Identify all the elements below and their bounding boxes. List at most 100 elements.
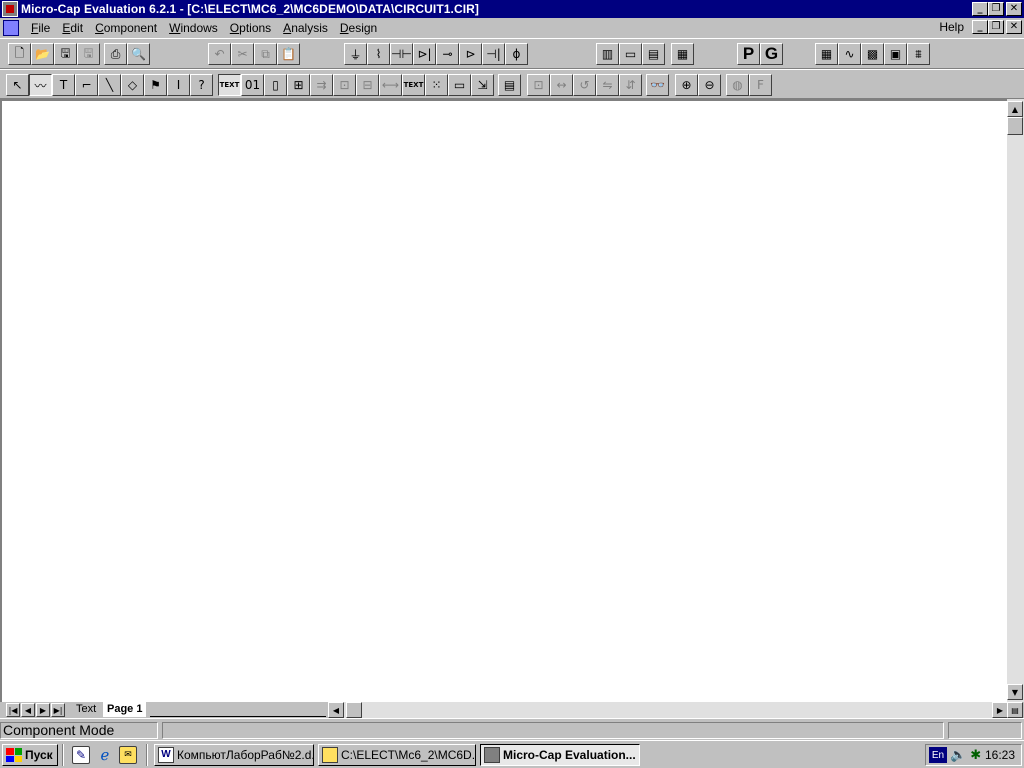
last-page-icon[interactable]: ▶| <box>51 703 65 717</box>
diagonal-wire-icon[interactable]: ╲ <box>98 74 121 96</box>
menu-design[interactable]: Design <box>334 21 383 35</box>
tile-vertical-icon[interactable]: ▥ <box>596 43 619 65</box>
capacitor-icon[interactable]: ⊣⊢ <box>390 43 413 65</box>
flag-icon[interactable]: ⚑ <box>144 74 167 96</box>
undo-icon[interactable]: ↶ <box>208 43 231 65</box>
copy-icon[interactable]: ⧉ <box>254 43 277 65</box>
tab-text[interactable]: Text <box>72 702 100 717</box>
doc-close-button[interactable]: ✕ <box>1006 20 1022 34</box>
volume-icon[interactable]: 🔈 <box>950 747 966 763</box>
mirror-icon[interactable]: ↔ <box>550 74 573 96</box>
document-icon[interactable] <box>3 20 19 36</box>
battery-icon[interactable]: ⊣| <box>482 43 505 65</box>
info-icon[interactable]: I <box>167 74 190 96</box>
next-page-icon[interactable]: ▶ <box>36 703 50 717</box>
scroll-left-icon[interactable]: ◀ <box>328 702 344 718</box>
source-icon[interactable]: ϕ <box>505 43 528 65</box>
table-icon[interactable]: ▦ <box>815 43 838 65</box>
step-icon[interactable]: ↺ <box>573 74 596 96</box>
vertical-scrollbar[interactable]: ▲ ▼ <box>1007 99 1024 702</box>
calculator-icon[interactable]: ▦ <box>671 43 694 65</box>
desktop-quicklaunch-icon[interactable]: ✎ <box>72 746 90 764</box>
cascade-icon[interactable]: ▤ <box>642 43 665 65</box>
transistor-icon[interactable]: ⊳ <box>459 43 482 65</box>
zoom-in-icon[interactable]: ⊕ <box>675 74 698 96</box>
wire-icon[interactable]: ⟷ <box>379 74 402 96</box>
cut-icon[interactable]: ✂ <box>231 43 254 65</box>
select-arrow-icon[interactable]: ↖ <box>6 74 29 96</box>
title-bar[interactable]: Micro-Cap Evaluation 6.2.1 - [C:\ELECT\M… <box>0 0 1024 18</box>
menu-analysis[interactable]: Analysis <box>277 21 334 35</box>
save-all-icon[interactable]: 🖫 <box>77 43 100 65</box>
text-button[interactable]: TEXT <box>218 74 241 96</box>
flip-y-icon[interactable]: ⇵ <box>619 74 642 96</box>
prev-page-icon[interactable]: ◀ <box>21 703 35 717</box>
paste-icon[interactable]: 📋 <box>277 43 300 65</box>
help-cursor-icon[interactable]: ? <box>190 74 213 96</box>
language-indicator[interactable]: En <box>929 747 947 763</box>
scroll-up-icon[interactable]: ▲ <box>1007 101 1023 117</box>
minimize-button[interactable]: _ <box>972 2 988 16</box>
restore-button[interactable]: ❐ <box>988 2 1004 16</box>
inductor-icon[interactable]: ⊸ <box>436 43 459 65</box>
menu-edit[interactable]: Edit <box>56 21 89 35</box>
taskbar-item-word[interactable]: W КомпьютЛаборРаб№2.d... <box>154 744 314 766</box>
menu-component[interactable]: Component <box>89 21 163 35</box>
font-icon[interactable]: F <box>749 74 772 96</box>
bug-tray-icon[interactable]: ✱ <box>970 747 981 763</box>
rotate-icon[interactable]: ⊡ <box>527 74 550 96</box>
scroll-right-icon[interactable]: ▶ <box>992 702 1008 718</box>
new-file-icon[interactable]: 🗋 <box>8 43 31 65</box>
zoom-out-icon[interactable]: ⊖ <box>698 74 721 96</box>
print-preview-icon[interactable]: 🔍 <box>127 43 150 65</box>
page-scale-icon[interactable]: ▭ <box>448 74 471 96</box>
print-icon[interactable]: ⎙ <box>104 43 127 65</box>
grid-icon[interactable]: ▣ <box>884 43 907 65</box>
doc-restore-button[interactable]: ❐ <box>988 20 1004 34</box>
taskbar-item-microcap[interactable]: Micro-Cap Evaluation... <box>480 744 640 766</box>
probe-g-button[interactable]: G <box>760 43 783 65</box>
wire-mode-icon[interactable]: 〰 <box>29 74 52 96</box>
scroll-down-icon[interactable]: ▼ <box>1007 684 1023 700</box>
app-icon[interactable] <box>2 1 18 17</box>
start-button[interactable]: Пуск <box>2 744 58 766</box>
clock[interactable]: 16:23 <box>985 748 1015 762</box>
cursor-probe-icon[interactable]: ⇲ <box>471 74 494 96</box>
component-text-icon[interactable]: ⊡ <box>333 74 356 96</box>
outlook-quicklaunch-icon[interactable]: ✉ <box>119 746 137 764</box>
flip-x-icon[interactable]: ⇋ <box>596 74 619 96</box>
wave-icon[interactable]: ∿ <box>838 43 861 65</box>
pin-icon[interactable]: ⇉ <box>310 74 333 96</box>
save-icon[interactable]: 🖫 <box>54 43 77 65</box>
grid-dots-icon[interactable]: ⁙ <box>425 74 448 96</box>
maximize-window-icon[interactable]: ▭ <box>619 43 642 65</box>
close-button[interactable]: ✕ <box>1006 2 1022 16</box>
internet-explorer-icon[interactable]: ℯ <box>96 746 114 764</box>
plot-icon[interactable]: ▩ <box>861 43 884 65</box>
open-folder-icon[interactable]: 📂 <box>31 43 54 65</box>
properties-icon[interactable]: ▤ <box>498 74 521 96</box>
horizontal-scrollbar[interactable]: ◀ ▶ <box>328 702 1008 718</box>
schematic-canvas[interactable] <box>0 99 1008 702</box>
tab-page-1[interactable]: Page 1 <box>103 702 147 717</box>
menu-windows[interactable]: Windows <box>163 21 224 35</box>
resistor-icon[interactable]: ⌇ <box>367 43 390 65</box>
hscroll-thumb[interactable] <box>346 702 362 718</box>
diode-icon[interactable]: ⊳| <box>413 43 436 65</box>
orthogonal-wire-icon[interactable]: ⌐ <box>75 74 98 96</box>
node-voltage-icon[interactable]: ⊟ <box>356 74 379 96</box>
menu-options[interactable]: Options <box>224 21 277 35</box>
scroll-thumb[interactable] <box>1007 117 1023 135</box>
attribute-icon[interactable]: ▯ <box>264 74 287 96</box>
text-tool-icon[interactable]: T <box>52 74 75 96</box>
first-page-icon[interactable]: |◀ <box>6 703 20 717</box>
scope-icon[interactable]: ⩩ <box>907 43 930 65</box>
grid-text-button[interactable]: TEXT <box>402 74 425 96</box>
menu-help[interactable]: Help <box>939 20 964 34</box>
taskbar-item-folder[interactable]: C:\ELECT\Mc6_2\MC6D... <box>318 744 476 766</box>
ground-icon[interactable]: ⏚ <box>344 43 367 65</box>
find-binoculars-icon[interactable]: 👓 <box>646 74 669 96</box>
node-numbers-icon[interactable]: 01 <box>241 74 264 96</box>
probe-p-button[interactable]: P <box>737 43 760 65</box>
globe-icon[interactable]: ◍ <box>726 74 749 96</box>
